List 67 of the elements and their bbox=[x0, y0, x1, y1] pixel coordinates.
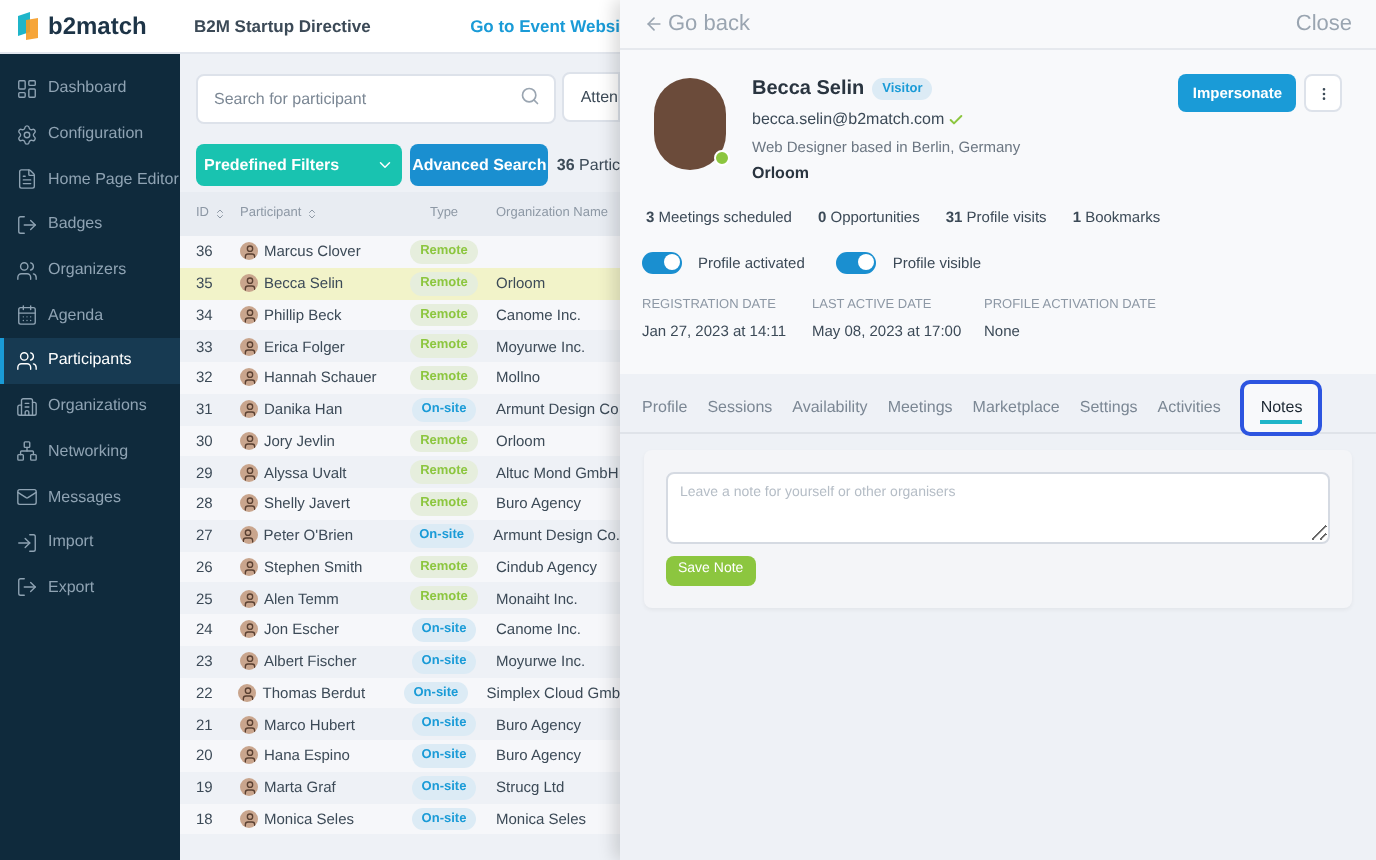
sidebar-item[interactable]: Agenda bbox=[0, 292, 180, 339]
sidebar-item[interactable]: Dashboard bbox=[0, 66, 180, 112]
avatar-icon bbox=[240, 778, 258, 797]
avatar-icon bbox=[240, 274, 258, 293]
event-website-link[interactable]: Go to Event Websi bbox=[470, 13, 620, 39]
toggle-switch[interactable] bbox=[836, 251, 877, 274]
sidebar-item[interactable]: Home Page Editor bbox=[0, 156, 180, 203]
participant-email: becca.selin@b2match.com bbox=[752, 108, 945, 132]
avatar-icon bbox=[240, 337, 258, 356]
arrow-left-icon bbox=[644, 14, 664, 34]
event-title: B2M Startup Directive bbox=[194, 13, 371, 39]
tab[interactable]: Sessions bbox=[707, 388, 773, 428]
avatar-icon bbox=[240, 620, 258, 639]
participant-count: 36 Partic bbox=[556, 153, 620, 177]
avatar-icon bbox=[240, 494, 258, 513]
avatar-icon bbox=[240, 463, 258, 482]
tab[interactable]: Meetings bbox=[887, 388, 953, 428]
attendee-dropdown[interactable]: Atten bbox=[562, 72, 620, 122]
exit-icon bbox=[16, 213, 38, 236]
sidebar-item[interactable]: Configuration bbox=[0, 111, 180, 157]
logo-icon bbox=[16, 12, 40, 40]
export-icon bbox=[16, 576, 38, 599]
toggle-switch[interactable] bbox=[642, 251, 682, 274]
sidebar-item[interactable]: Networking bbox=[0, 429, 180, 475]
avatar-icon bbox=[240, 305, 258, 324]
avatar-icon bbox=[240, 809, 258, 828]
avatar-icon bbox=[240, 652, 258, 671]
tab[interactable]: Notes bbox=[1240, 380, 1323, 436]
advanced-search-button[interactable]: Advanced Search bbox=[409, 144, 549, 186]
people-icon bbox=[16, 349, 38, 372]
sidebar-item[interactable]: Organizations bbox=[0, 383, 180, 429]
envelope-icon bbox=[16, 486, 38, 509]
document-icon bbox=[16, 168, 38, 191]
search-field[interactable]: Search for participant bbox=[196, 74, 557, 124]
tab[interactable]: Marketplace bbox=[972, 388, 1060, 428]
search-icon bbox=[520, 86, 541, 106]
chart-icon bbox=[16, 77, 38, 100]
avatar-icon bbox=[240, 746, 258, 765]
avatar-icon bbox=[240, 431, 258, 450]
sidebar-item[interactable]: Import bbox=[0, 519, 180, 566]
avatar-icon bbox=[240, 400, 258, 419]
tab[interactable]: Activities bbox=[1157, 388, 1221, 428]
avatar-icon bbox=[240, 589, 258, 608]
participant-organization: Orloom bbox=[752, 162, 811, 187]
avatar-icon bbox=[239, 526, 258, 545]
tab[interactable]: Profile bbox=[642, 388, 688, 428]
import-icon bbox=[16, 531, 38, 554]
sidebar-item[interactable]: Messages bbox=[0, 474, 180, 520]
logo-text: b2match bbox=[48, 10, 147, 44]
chevron-down-icon bbox=[375, 156, 394, 174]
sidebar-item[interactable]: Badges bbox=[0, 202, 180, 248]
people-icon bbox=[16, 259, 38, 282]
sidebar-item[interactable]: Participants bbox=[0, 338, 180, 384]
participant-name: Becca Selin bbox=[752, 76, 865, 104]
avatar-icon bbox=[240, 557, 258, 576]
calendar-icon bbox=[16, 304, 38, 327]
building-icon bbox=[16, 395, 38, 418]
sidebar-item[interactable]: Export bbox=[0, 565, 180, 611]
network-icon bbox=[16, 440, 38, 463]
gear-icon bbox=[16, 123, 38, 146]
tab[interactable]: Settings bbox=[1079, 388, 1138, 428]
avatar-icon bbox=[240, 715, 258, 734]
avatar-icon bbox=[238, 683, 257, 702]
sidebar-item[interactable]: Organizers bbox=[0, 247, 180, 293]
avatar-icon bbox=[240, 368, 258, 387]
tab[interactable]: Availability bbox=[792, 388, 868, 428]
avatar-icon bbox=[240, 242, 258, 261]
